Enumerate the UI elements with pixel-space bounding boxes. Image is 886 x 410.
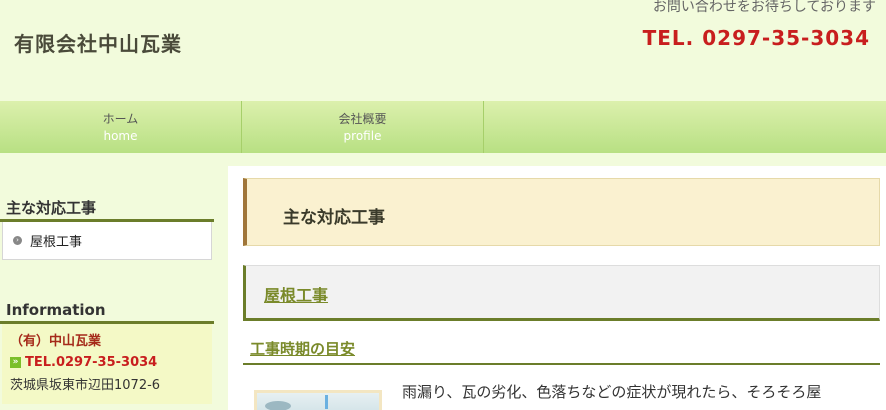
contact-note: お問い合わせをお待ちしております <box>652 0 876 15</box>
circle-arrow-icon: › <box>13 236 22 245</box>
nav-item-sublabel: profile <box>343 129 382 143</box>
nav-item-profile[interactable]: 会社概要 profile <box>242 101 484 153</box>
global-nav: ホーム home 会社概要 profile <box>0 101 886 153</box>
roof-photo <box>254 390 382 410</box>
page-title: 主な対応工事 <box>283 208 385 228</box>
sidebar-item-roof-work[interactable]: › 屋根工事 <box>2 222 212 260</box>
info-phone-text: TEL.0297-35-3034 <box>25 355 158 370</box>
roof-work-link[interactable]: 屋根工事 <box>264 282 328 306</box>
main-content: 主な対応工事 屋根工事 工事時期の目安 雨漏り、瓦の劣化、色落ちなどの症状が現れ… <box>228 166 886 410</box>
sidebar: 主な対応工事 › 屋根工事 Information （有）中山瓦業 » TEL.… <box>0 166 214 404</box>
body-text: 雨漏り、瓦の劣化、色落ちなどの症状が現れたら、そろそろ屋 <box>402 383 822 401</box>
sidebar-item-label: 屋根工事 <box>30 235 83 250</box>
nav-item-label: 会社概要 <box>338 112 387 126</box>
nav-item-sublabel: home <box>103 129 138 143</box>
nav-item-home[interactable]: ホーム home <box>0 101 242 153</box>
subsection-box: 屋根工事 <box>243 265 880 321</box>
sidebar-works-heading: 主な対応工事 <box>0 194 214 222</box>
site-title[interactable]: 有限会社中山瓦業 <box>14 28 182 57</box>
company-address: 茨城県坂東市辺田1072-6 <box>10 378 161 393</box>
company-name: （有）中山瓦業 <box>10 334 102 349</box>
header-phone-number[interactable]: TEL. 0297-35-3034 <box>643 26 870 50</box>
info-phone[interactable]: » TEL.0297-35-3034 <box>10 355 204 370</box>
sidebar-info-heading: Information <box>0 296 214 324</box>
info-box: （有）中山瓦業 » TEL.0297-35-3034 茨城県坂東市辺田1072-… <box>2 324 212 404</box>
section-heading-link[interactable]: 工事時期の目安 <box>250 338 355 359</box>
double-arrow-icon: » <box>10 357 21 368</box>
page-title-box: 主な対応工事 <box>243 178 880 246</box>
photo-detail <box>265 401 291 410</box>
section-divider <box>243 363 880 365</box>
photo-detail <box>325 395 328 409</box>
nav-item-label: ホーム <box>102 112 139 126</box>
